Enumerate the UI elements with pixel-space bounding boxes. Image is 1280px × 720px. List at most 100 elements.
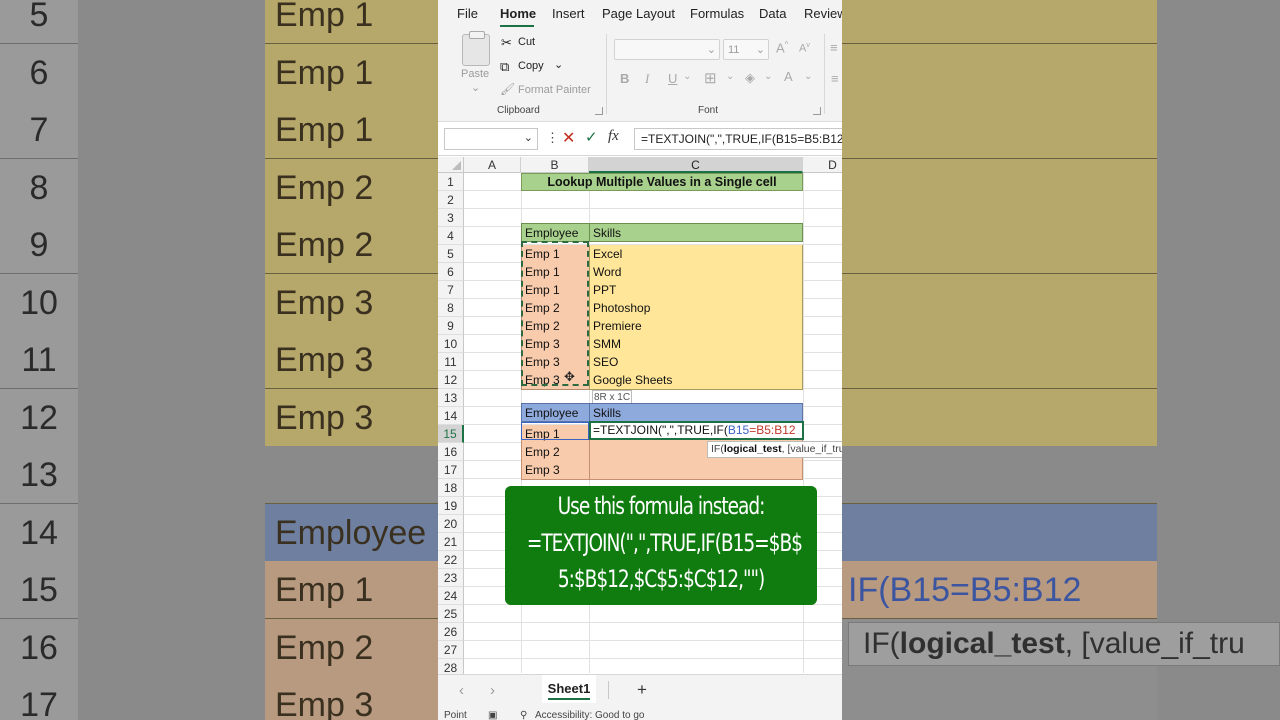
column-header-b[interactable]: B [521,157,589,173]
row-header-5[interactable]: 5 [438,245,464,263]
fill-dropdown-icon[interactable]: ⌄ [764,71,772,82]
formula-input[interactable]: =TEXTJOIN(",",TRUE,IF(B15=B5:B12 [634,128,842,150]
row-header-21[interactable]: 21 [438,533,464,551]
copy-button[interactable]: Copy [518,60,544,72]
row-header-1[interactable]: 1 [438,173,464,191]
font-name-select[interactable]: ⌄ [614,39,720,60]
paste-icon[interactable] [462,31,490,66]
bold-icon[interactable]: B [620,71,629,86]
row-header-15[interactable]: 15 [438,425,464,443]
tab-file[interactable]: File [457,6,478,21]
row-header-25[interactable]: 25 [438,605,464,623]
name-box[interactable]: ⌄ [444,128,538,150]
fill-color-icon[interactable]: ◈ [745,70,755,86]
row-header-17[interactable]: 17 [438,461,464,479]
paste-dropdown-icon[interactable]: ⌄ [471,81,480,94]
row-header-12[interactable]: 12 [438,371,464,389]
font-size-select[interactable]: 11 ⌄ [723,39,769,60]
tab-data[interactable]: Data [759,6,786,21]
table1-skill-cell[interactable]: PPT [589,281,803,300]
underline-icon[interactable]: U [668,71,677,86]
row-header-16[interactable]: 16 [438,443,464,461]
tab-review[interactable]: Review [804,6,842,21]
underline-dropdown-icon[interactable]: ⌄ [683,71,691,82]
row-header-11[interactable]: 11 [438,353,464,371]
borders-icon[interactable]: ⊞ [704,69,717,87]
column-header-d[interactable]: D [803,157,842,173]
format-painter-button[interactable]: Format Painter [518,84,591,96]
add-sheet-icon[interactable]: + [637,680,647,700]
table2-employee-cell[interactable]: Emp 3 [521,461,590,480]
prev-sheet-icon[interactable]: ‹ [459,682,464,699]
table2-skill-cell[interactable] [589,461,803,480]
row-header-24[interactable]: 24 [438,587,464,605]
increase-font-icon[interactable]: A^ [776,40,788,55]
row-header-6[interactable]: 6 [438,263,464,281]
next-sheet-icon[interactable]: › [490,682,495,699]
align-icon[interactable]: ≡ [830,40,838,55]
column-header-c[interactable]: C [589,157,803,173]
row-header-18[interactable]: 18 [438,479,464,497]
sheet-title[interactable]: Lookup Multiple Values in a Single cell [521,173,803,191]
column-header-a[interactable]: A [464,157,521,173]
table2-employee-cell[interactable]: Emp 2 [521,443,590,462]
decrease-font-icon[interactable]: Av [799,42,810,55]
table1-employee-cell[interactable]: Emp 2 [521,299,590,318]
function-tooltip[interactable]: IF(logical_test, [value_if_true] [707,441,842,458]
table1-employee-cell[interactable]: Emp 3 [521,371,590,390]
row-header-3[interactable]: 3 [438,209,464,227]
font-color-icon[interactable]: A [784,69,793,84]
font-color-dropdown-icon[interactable]: ⌄ [804,71,812,82]
tab-formulas[interactable]: Formulas [690,6,744,21]
row-header-26[interactable]: 26 [438,623,464,641]
table1-skill-cell[interactable]: SMM [589,335,803,354]
sheet-tab-sheet1[interactable]: Sheet1 [542,675,596,703]
table1-employee-cell[interactable]: Emp 1 [521,245,590,264]
table1-employee-cell[interactable]: Emp 1 [521,263,590,282]
table1-employee-cell[interactable]: Emp 1 [521,281,590,300]
table1-header-skills[interactable]: Skills [589,223,803,242]
more-options-icon[interactable]: ⋮ [546,130,559,146]
row-header-10[interactable]: 10 [438,335,464,353]
row-header-4[interactable]: 4 [438,227,464,245]
table1-skill-cell[interactable]: Excel [589,245,803,264]
row-header-9[interactable]: 9 [438,317,464,335]
row-header-14[interactable]: 14 [438,407,464,425]
row-header-2[interactable]: 2 [438,191,464,209]
table1-header-employee[interactable]: Employee [521,223,590,242]
table2-header-employee[interactable]: Employee [521,403,590,422]
tab-insert[interactable]: Insert [552,6,585,21]
table1-employee-cell[interactable]: Emp 2 [521,317,590,336]
table1-skill-cell[interactable]: Word [589,263,803,282]
chevron-down-icon[interactable]: ⌄ [524,131,533,144]
cancel-icon[interactable]: ✕ [562,128,575,148]
row-header-27[interactable]: 27 [438,641,464,659]
enter-icon[interactable]: ✓ [585,128,598,146]
row-header-8[interactable]: 8 [438,299,464,317]
table2-header-skills[interactable]: Skills [589,403,803,422]
italic-icon[interactable]: I [645,71,649,87]
active-cell-c15[interactable]: =TEXTJOIN(",",TRUE,IF(B15=B5:B12 [589,421,804,440]
clipboard-launcher-icon[interactable] [595,107,603,115]
borders-dropdown-icon[interactable]: ⌄ [726,71,734,82]
row-header-23[interactable]: 23 [438,569,464,587]
insert-function-icon[interactable]: fx [608,128,619,145]
row-header-7[interactable]: 7 [438,281,464,299]
table2-employee-cell[interactable]: Emp 1 [521,425,590,444]
row-header-20[interactable]: 20 [438,515,464,533]
cut-button[interactable]: Cut [518,36,535,48]
table1-skill-cell[interactable]: SEO [589,353,803,372]
tab-home[interactable]: Home [500,6,536,21]
font-launcher-icon[interactable] [813,107,821,115]
paste-button[interactable]: Paste [461,68,489,80]
table1-skill-cell[interactable]: Google Sheets [589,371,803,390]
select-all-icon[interactable] [438,157,464,173]
tab-page-layout[interactable]: Page Layout [602,6,675,21]
row-header-28[interactable]: 28 [438,659,464,674]
accessibility-status[interactable]: Accessibility: Good to go [535,710,645,720]
row-header-13[interactable]: 13 [438,389,464,407]
macro-icon[interactable]: ▣ [488,710,497,720]
indent-icon[interactable]: ≡ [831,71,839,86]
table1-skill-cell[interactable]: Photoshop [589,299,803,318]
table1-employee-cell[interactable]: Emp 3 [521,353,590,372]
